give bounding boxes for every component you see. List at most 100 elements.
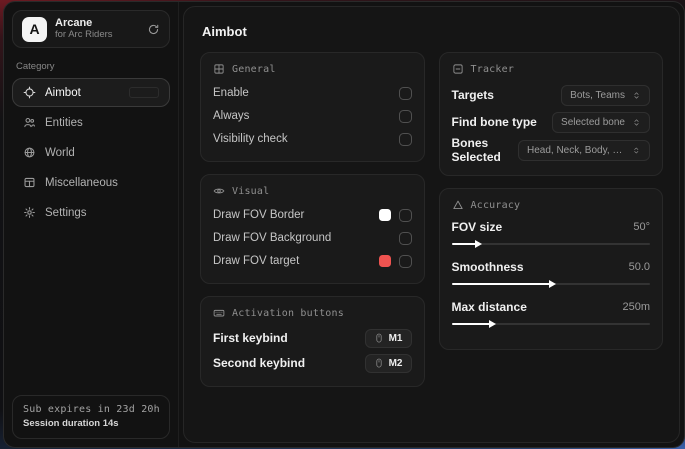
left-column: General Enable Always Visibility check <box>200 52 425 387</box>
keybind-value: M2 <box>389 358 403 369</box>
dropdown-value: Head, Neck, Body, Pe.. <box>527 145 625 156</box>
card-accuracy: Accuracy FOV size 50° <box>439 188 664 350</box>
keybind-row-first: First keybind M1 <box>213 326 412 350</box>
slider-fill <box>452 323 492 325</box>
sidebar-item-label: Settings <box>45 207 87 219</box>
subscription-info-card: Sub expires in 23d 20h Session duration … <box>12 395 170 439</box>
slider-fill <box>452 283 551 285</box>
sidebar: A Arcane for Arc Riders Category Aimbot … <box>4 2 179 447</box>
toggle-label: Visibility check <box>213 133 288 145</box>
category-label: Category <box>16 61 166 72</box>
toggle-row-visibility-check: Visibility check <box>213 128 412 150</box>
enable-checkbox[interactable] <box>399 87 412 100</box>
scan-icon <box>452 63 464 75</box>
card-title: Activation buttons <box>232 308 344 319</box>
sync-icon[interactable] <box>147 23 160 36</box>
smoothness-slider[interactable] <box>452 279 651 289</box>
dropdown-label: Find bone type <box>452 115 537 129</box>
visibility-check-checkbox[interactable] <box>399 133 412 146</box>
toggle-label: Draw FOV Border <box>213 209 304 221</box>
nav-keybind-slot[interactable] <box>129 87 159 98</box>
dropdown-row-targets: Targets Bots, Teams <box>452 82 651 108</box>
card-title: Accuracy <box>471 200 521 211</box>
card-visual: Visual Draw FOV Border Draw FOV Backgrou… <box>200 174 425 284</box>
layout-icon <box>23 176 36 189</box>
bones-selected-dropdown[interactable]: Head, Neck, Body, Pe.. <box>518 140 650 161</box>
slider-thumb[interactable] <box>549 280 556 288</box>
sidebar-item-entities[interactable]: Entities <box>12 108 170 137</box>
sidebar-item-miscellaneous[interactable]: Miscellaneous <box>12 168 170 197</box>
toggle-row-fov-target: Draw FOV target <box>213 250 412 272</box>
card-general: General Enable Always Visibility check <box>200 52 425 162</box>
card-general-header: General <box>213 63 412 75</box>
toggle-row-always: Always <box>213 105 412 127</box>
always-checkbox[interactable] <box>399 110 412 123</box>
card-title: General <box>232 64 276 75</box>
slider-row-max-distance: Max distance 250m <box>452 298 651 329</box>
main-panel: Aimbot General Enable Always <box>183 6 680 443</box>
brand-logo: A <box>22 17 47 42</box>
card-accuracy-header: Accuracy <box>452 199 651 211</box>
mouse-icon <box>374 358 384 368</box>
toggle-row-fov-border: Draw FOV Border <box>213 204 412 226</box>
card-visual-header: Visual <box>213 185 412 197</box>
grid-icon <box>213 63 225 75</box>
fov-size-slider[interactable] <box>452 239 651 249</box>
find-bone-type-dropdown[interactable]: Selected bone <box>552 112 650 133</box>
fov-target-checkbox[interactable] <box>399 255 412 268</box>
toggle-label: Enable <box>213 87 249 99</box>
sidebar-item-label: Aimbot <box>45 87 81 99</box>
slider-row-smoothness: Smoothness 50.0 <box>452 258 651 289</box>
globe-icon <box>23 146 36 159</box>
slider-fill <box>452 243 478 245</box>
slider-label: FOV size <box>452 220 503 234</box>
slider-thumb[interactable] <box>475 240 482 248</box>
fov-border-checkbox[interactable] <box>399 209 412 222</box>
keybind-row-second: Second keybind M2 <box>213 351 412 375</box>
card-tracker-header: Tracker <box>452 63 651 75</box>
toggle-row-enable: Enable <box>213 82 412 104</box>
toggle-label: Always <box>213 110 249 122</box>
fov-target-color-swatch[interactable] <box>379 255 391 267</box>
keybind-label: Second keybind <box>213 356 305 370</box>
sidebar-item-aimbot[interactable]: Aimbot <box>12 78 170 107</box>
brand-text: Arcane for Arc Riders <box>55 17 113 41</box>
dropdown-row-bones-selected: Bones Selected Head, Neck, Body, Pe.. <box>452 136 651 164</box>
unfold-icon <box>632 146 641 155</box>
toggle-label: Draw FOV target <box>213 255 299 267</box>
slider-label: Smoothness <box>452 260 524 274</box>
sub-expiry-text: Sub expires in 23d 20h <box>23 404 159 415</box>
fov-background-checkbox[interactable] <box>399 232 412 245</box>
max-distance-slider[interactable] <box>452 319 651 329</box>
unfold-icon <box>632 118 641 127</box>
dropdown-value: Selected bone <box>561 117 625 128</box>
mouse-icon <box>374 333 384 343</box>
sidebar-item-settings[interactable]: Settings <box>12 198 170 227</box>
fov-border-color-swatch[interactable] <box>379 209 391 221</box>
crosshair-icon <box>23 86 36 99</box>
sidebar-item-label: World <box>45 147 75 159</box>
second-keybind-button[interactable]: M2 <box>365 354 412 373</box>
dropdown-label: Bones Selected <box>452 136 519 164</box>
keybind-value: M1 <box>389 333 403 344</box>
dropdown-row-find-bone-type: Find bone type Selected bone <box>452 109 651 135</box>
gear-icon <box>23 206 36 219</box>
slider-row-fov-size: FOV size 50° <box>452 218 651 249</box>
keyboard-icon <box>213 307 225 319</box>
slider-label: Max distance <box>452 300 527 314</box>
slider-thumb[interactable] <box>489 320 496 328</box>
toggle-label: Draw FOV Background <box>213 232 331 244</box>
session-duration-text: Session duration 14s <box>23 418 159 429</box>
first-keybind-button[interactable]: M1 <box>365 329 412 348</box>
brand-name: Arcane <box>55 17 113 30</box>
targets-dropdown[interactable]: Bots, Teams <box>561 85 650 106</box>
sidebar-item-world[interactable]: World <box>12 138 170 167</box>
keybind-label: First keybind <box>213 331 288 345</box>
users-icon <box>23 116 36 129</box>
dropdown-value: Bots, Teams <box>570 90 625 101</box>
card-tracker: Tracker Targets Bots, Teams Find bone ty… <box>439 52 664 176</box>
card-title: Visual <box>232 186 269 197</box>
content-columns: General Enable Always Visibility check <box>200 52 663 387</box>
brand-subtitle: for Arc Riders <box>55 30 113 41</box>
unfold-icon <box>632 91 641 100</box>
